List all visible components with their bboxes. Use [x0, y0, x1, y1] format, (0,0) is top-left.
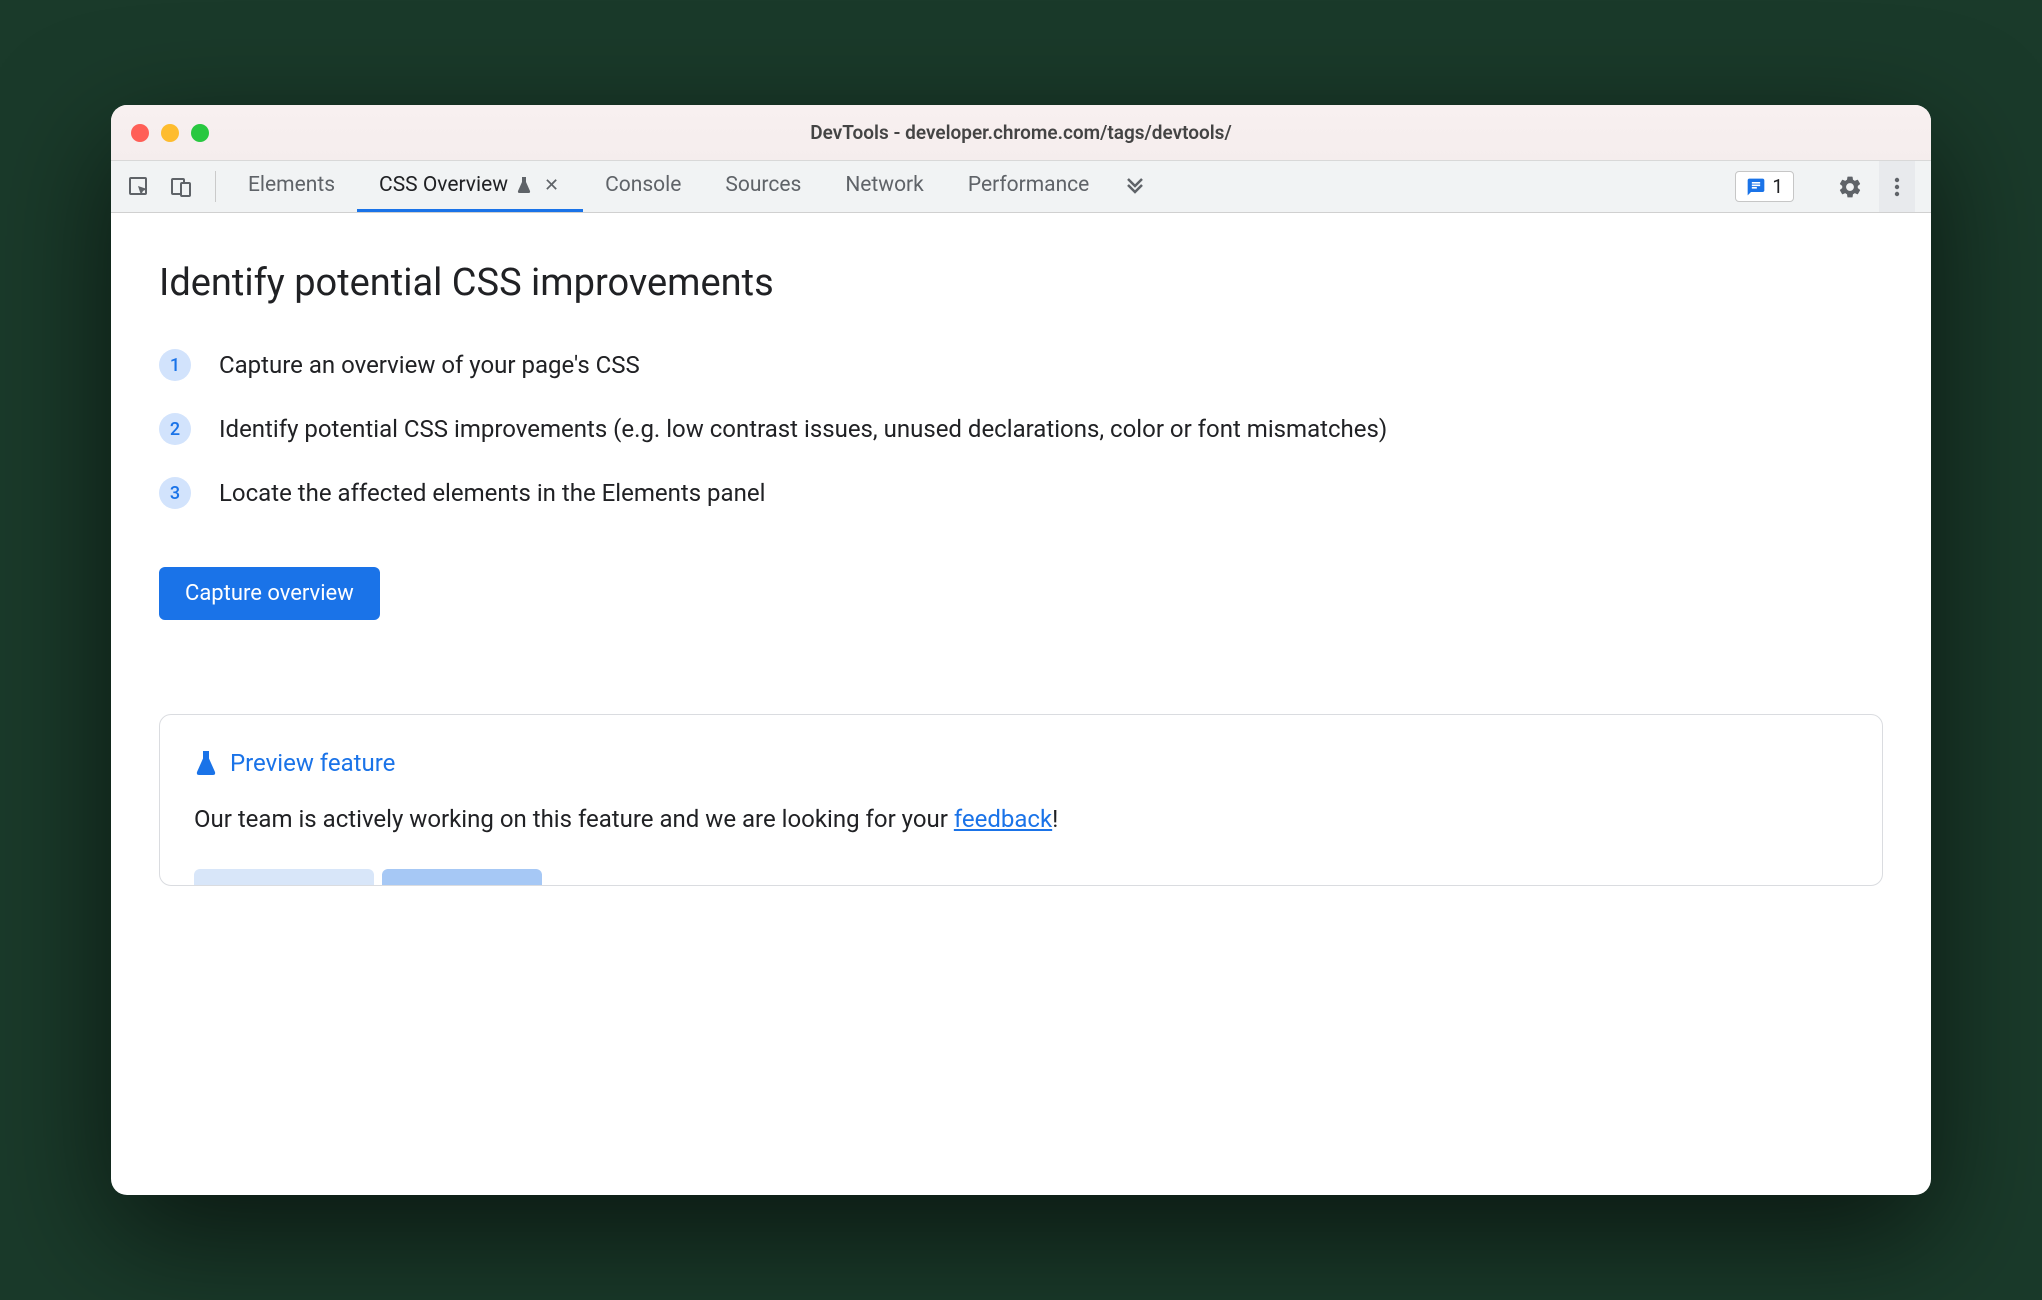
- window-title: DevTools - developer.chrome.com/tags/dev…: [111, 121, 1931, 144]
- step-number: 2: [159, 413, 191, 445]
- step-number: 1: [159, 349, 191, 381]
- experiment-icon: [194, 749, 218, 777]
- close-window-button[interactable]: [131, 124, 149, 142]
- toolbar-icons-left: [123, 161, 205, 212]
- toolbar-divider: [215, 171, 216, 202]
- step-item: 1 Capture an overview of your page's CSS: [159, 347, 1883, 383]
- steps-list: 1 Capture an overview of your page's CSS…: [159, 347, 1883, 511]
- step-item: 3 Locate the affected elements in the El…: [159, 475, 1883, 511]
- kebab-menu-icon[interactable]: [1879, 161, 1915, 212]
- traffic-lights: [131, 124, 209, 142]
- tab-label: Sources: [725, 173, 801, 197]
- panel-content: Identify potential CSS improvements 1 Ca…: [111, 213, 1931, 1195]
- toolbar-right: 1: [1735, 161, 1919, 212]
- tab-label: Elements: [248, 173, 335, 197]
- minimize-window-button[interactable]: [161, 124, 179, 142]
- feedback-badge[interactable]: 1: [1735, 171, 1794, 202]
- feedback-icon: [1746, 177, 1766, 197]
- tab-sources[interactable]: Sources: [703, 161, 823, 212]
- preview-header: Preview feature: [194, 749, 1848, 777]
- preview-thumbnails: [194, 869, 1848, 885]
- feedback-count: 1: [1772, 175, 1783, 198]
- tab-label: Network: [845, 173, 924, 197]
- inspect-element-icon[interactable]: [127, 175, 151, 199]
- step-text: Capture an overview of your page's CSS: [219, 347, 640, 383]
- devtools-window: DevTools - developer.chrome.com/tags/dev…: [111, 105, 1931, 1195]
- tabs: Elements CSS Overview ✕ Console Sources …: [226, 161, 1111, 212]
- tab-css-overview[interactable]: CSS Overview ✕: [357, 161, 583, 212]
- more-tabs-icon[interactable]: [1111, 161, 1159, 212]
- step-text: Identify potential CSS improvements (e.g…: [219, 411, 1387, 447]
- feedback-link[interactable]: feedback: [954, 805, 1052, 833]
- tab-elements[interactable]: Elements: [226, 161, 357, 212]
- close-tab-icon[interactable]: ✕: [542, 175, 561, 196]
- preview-text-prefix: Our team is actively working on this fea…: [194, 805, 954, 833]
- tab-label: Console: [605, 173, 681, 197]
- tab-label: Performance: [968, 173, 1089, 197]
- thumbnail[interactable]: [382, 869, 542, 885]
- preview-text-suffix: !: [1052, 805, 1058, 833]
- maximize-window-button[interactable]: [191, 124, 209, 142]
- preview-feature-card: Preview feature Our team is actively wor…: [159, 714, 1883, 886]
- page-title: Identify potential CSS improvements: [159, 261, 1883, 305]
- experiment-icon: [516, 176, 534, 194]
- tab-network[interactable]: Network: [823, 161, 946, 212]
- preview-title: Preview feature: [230, 749, 395, 777]
- step-text: Locate the affected elements in the Elem…: [219, 475, 765, 511]
- step-number: 3: [159, 477, 191, 509]
- thumbnail[interactable]: [194, 869, 374, 885]
- capture-overview-button[interactable]: Capture overview: [159, 567, 380, 620]
- preview-body: Our team is actively working on this fea…: [194, 805, 1848, 833]
- tab-label: CSS Overview: [379, 173, 508, 197]
- step-item: 2 Identify potential CSS improvements (e…: [159, 411, 1883, 447]
- tab-performance[interactable]: Performance: [946, 161, 1111, 212]
- device-toggle-icon[interactable]: [169, 175, 193, 199]
- settings-icon[interactable]: [1827, 174, 1873, 200]
- tab-console[interactable]: Console: [583, 161, 703, 212]
- devtools-toolbar: Elements CSS Overview ✕ Console Sources …: [111, 161, 1931, 213]
- titlebar: DevTools - developer.chrome.com/tags/dev…: [111, 105, 1931, 161]
